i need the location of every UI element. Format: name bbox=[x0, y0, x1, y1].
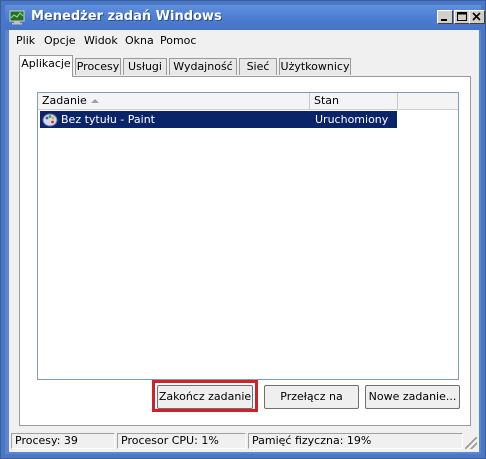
menu-item-view[interactable]: Widok bbox=[84, 34, 118, 47]
menu-item-options[interactable]: Opcje bbox=[44, 34, 76, 47]
status-processes: Procesy: 39 bbox=[11, 433, 115, 449]
column-header-task-label: Zadanie bbox=[42, 94, 87, 107]
task-name: Bez tytułu - Paint bbox=[61, 113, 155, 126]
tab-applications[interactable]: Aplikacje bbox=[19, 55, 73, 77]
tab-network[interactable]: Sieć bbox=[239, 58, 277, 75]
tab-services[interactable]: Usługi bbox=[123, 58, 167, 75]
maximize-icon bbox=[457, 12, 467, 21]
minimize-icon bbox=[441, 19, 447, 21]
switch-to-button[interactable]: Przełącz na bbox=[264, 385, 359, 409]
task-status: Uruchomiony bbox=[315, 113, 389, 126]
task-manager-icon bbox=[9, 10, 25, 25]
close-icon bbox=[472, 12, 481, 21]
column-header-task[interactable]: Zadanie bbox=[38, 93, 310, 109]
list-header: Zadanie Stan bbox=[38, 93, 458, 110]
menu-bar: Plik Opcje Widok Okna Pomoc bbox=[9, 30, 479, 50]
task-list[interactable]: Zadanie Stan Bez tytułu - Paint Uruchomi… bbox=[37, 92, 459, 380]
task-manager-window: Menedżer zadań Windows Plik Opcje Widok … bbox=[0, 0, 486, 459]
paint-icon bbox=[42, 113, 58, 127]
window-client-area: Plik Opcje Widok Okna Pomoc Aplikacje Pr… bbox=[9, 30, 479, 452]
highlight-box bbox=[152, 380, 258, 412]
tab-performance[interactable]: Wydajność bbox=[169, 58, 237, 75]
window-title: Menedżer zadań Windows bbox=[31, 9, 222, 24]
minimize-button[interactable] bbox=[437, 10, 453, 24]
column-header-status[interactable]: Stan bbox=[310, 93, 398, 109]
menu-item-windows[interactable]: Okna bbox=[125, 34, 154, 47]
menu-item-file[interactable]: Plik bbox=[16, 34, 35, 47]
resize-grip-icon[interactable] bbox=[465, 437, 477, 449]
tab-processes[interactable]: Procesy bbox=[75, 58, 121, 75]
column-header-status-label: Stan bbox=[314, 94, 340, 107]
maximize-button[interactable] bbox=[454, 10, 470, 24]
new-task-button[interactable]: Nowe zadanie... bbox=[365, 385, 460, 409]
close-button[interactable] bbox=[469, 10, 485, 24]
sort-ascending-icon bbox=[91, 99, 99, 103]
title-bar[interactable]: Menedżer zadań Windows bbox=[5, 5, 485, 30]
menu-item-help[interactable]: Pomoc bbox=[160, 34, 196, 47]
table-row[interactable]: Bez tytułu - Paint Uruchomiony bbox=[40, 111, 397, 128]
status-cpu: Procesor CPU: 1% bbox=[117, 433, 246, 449]
status-bar: Procesy: 39 Procesor CPU: 1% Pamięć fizy… bbox=[9, 431, 479, 451]
status-memory: Pamięć fizyczna: 19% bbox=[248, 433, 463, 449]
applications-panel: Zadanie Stan Bez tytułu - Paint Uruchomi… bbox=[19, 76, 471, 426]
tab-users[interactable]: Użytkownicy bbox=[279, 58, 351, 75]
